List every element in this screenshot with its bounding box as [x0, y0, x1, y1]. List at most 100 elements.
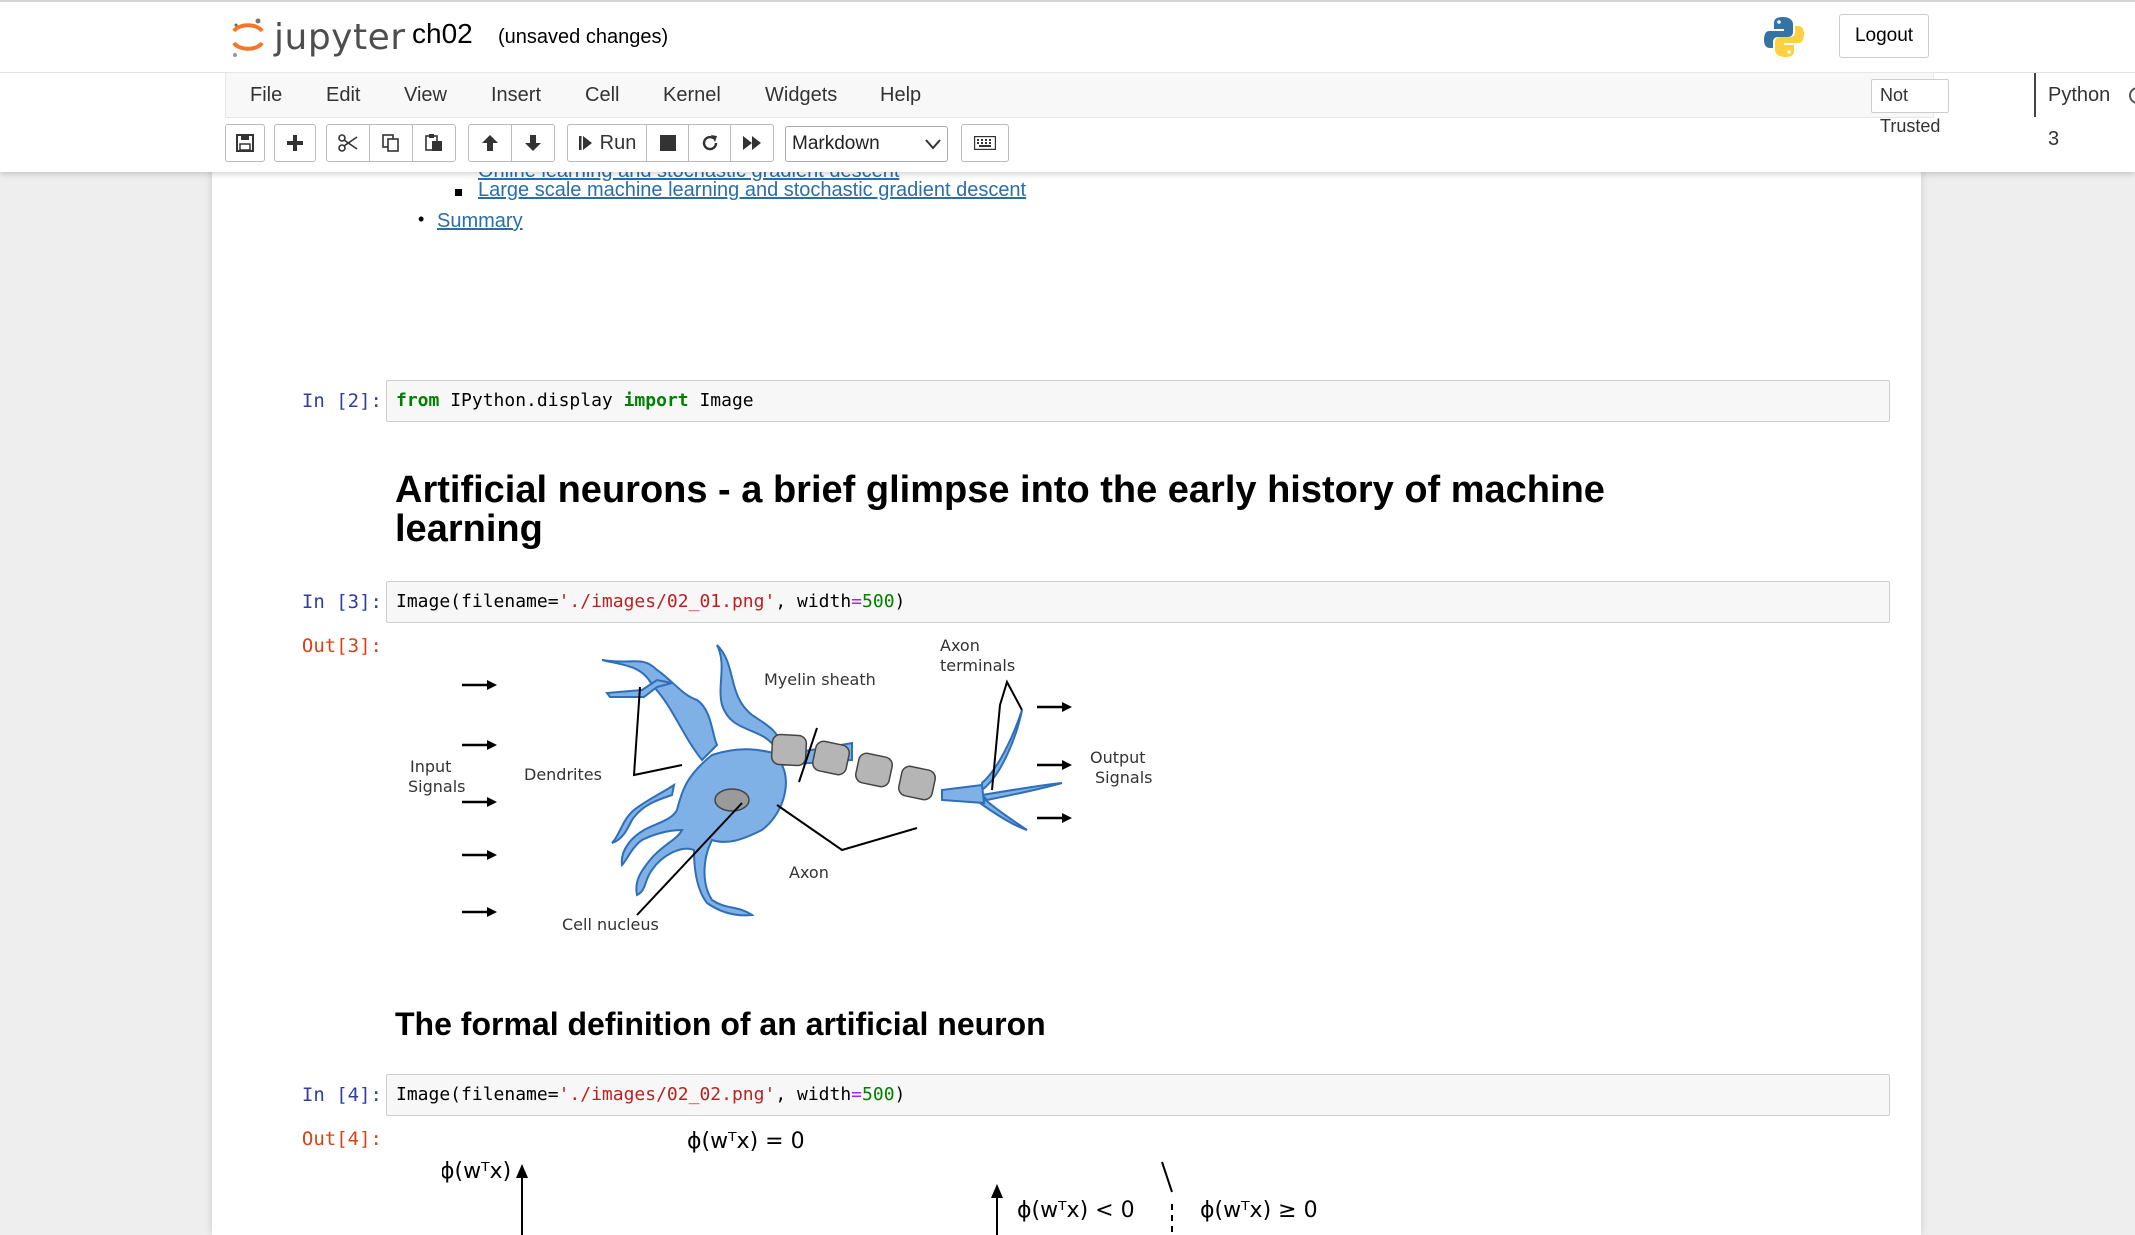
restart-button[interactable] [688, 124, 731, 162]
menu-kernel[interactable]: Kernel [663, 73, 721, 117]
notebook-container: Online learning and stochastic gradient … [212, 170, 1921, 1235]
code-text: ) [894, 591, 906, 612]
menu-edit[interactable]: Edit [326, 73, 360, 117]
code-text: ) [894, 1084, 906, 1105]
kernel-idle-icon [2129, 87, 2135, 104]
paste-icon [425, 134, 442, 151]
python-logo-icon [1764, 17, 1804, 57]
input-prompt: In [2]: [301, 390, 382, 412]
cut-button[interactable] [326, 124, 370, 162]
label-signals-out: Signals [1095, 768, 1152, 787]
save-icon [236, 134, 254, 152]
menu-view[interactable]: View [404, 73, 447, 117]
move-down-button[interactable] [511, 124, 555, 162]
notebook-name[interactable]: ch02 [412, 18, 473, 50]
cell-nucleus-shape [714, 788, 750, 812]
copy-icon [382, 134, 399, 152]
move-up-button[interactable] [468, 124, 512, 162]
label-input: Input [410, 757, 451, 776]
code-operator: = [851, 1084, 863, 1105]
toc-link-summary[interactable]: Summary [437, 210, 523, 233]
input-arrows [462, 683, 487, 914]
code-text: , width [775, 1084, 852, 1105]
output-prompt: Out[3]: [301, 635, 382, 657]
menu-cell[interactable]: Cell [585, 73, 619, 117]
label-myelin-sheath: Myelin sheath [764, 670, 876, 689]
code-cell-3[interactable]: Image(filename='./images/02_01.png', wid… [386, 581, 1890, 623]
save-status: (unsaved changes) [498, 26, 669, 48]
menu-widgets[interactable]: Widgets [765, 73, 837, 117]
keyboard-icon [974, 136, 996, 150]
input-prompt: In [3]: [301, 591, 382, 613]
label-signals-in: Signals [408, 777, 465, 796]
menu-bar: File Edit View Insert Cell Kernel Widget… [225, 72, 2135, 150]
toolbar: Run Markdown [225, 124, 1937, 164]
output-prompt: Out[4]: [301, 1128, 382, 1150]
label-axon-terminals-1: Axon [940, 636, 980, 655]
decision-function-figure: ϕ(wᵀx) = 0 ϕ(wᵀx) ϕ(wᵀx) < 0 ϕ(wᵀx) ≥ 0 [442, 1129, 1318, 1235]
plus-icon [287, 135, 303, 151]
markdown-heading-2: The formal definition of an artificial n… [395, 1006, 1046, 1042]
label-dendrites: Dendrites [524, 765, 602, 784]
input-prompt: In [4]: [301, 1084, 382, 1106]
code-number: 500 [862, 591, 895, 612]
toc-bullet-dot: • [418, 209, 425, 229]
label-right-region: ϕ(wᵀx) ≥ 0 [1200, 1198, 1318, 1223]
kernel-name: Python 3 [2034, 73, 2110, 150]
code-text: Image(filename= [396, 1084, 559, 1105]
restart-run-all-button[interactable] [730, 124, 774, 162]
menu-file[interactable]: File [250, 73, 282, 117]
command-palette-button[interactable] [961, 124, 1009, 162]
run-label: Run [599, 131, 637, 154]
label-axon-terminals-2: terminals [940, 656, 1015, 675]
code-number: 500 [862, 1084, 895, 1105]
paste-button[interactable] [412, 124, 456, 162]
run-icon [578, 136, 592, 150]
menu-insert[interactable]: Insert [491, 73, 541, 117]
label-y-axis: ϕ(wᵀx) [442, 1159, 511, 1184]
label-boundary: ϕ(wᵀx) = 0 [687, 1129, 805, 1154]
code-keyword: import [623, 390, 689, 411]
label-output: Output [1090, 748, 1146, 767]
label-left-region: ϕ(wᵀx) < 0 [1017, 1198, 1135, 1223]
interrupt-button[interactable] [646, 124, 689, 162]
code-text: IPython.display [439, 390, 624, 411]
markdown-heading-1: Artificial neurons - a brief glimpse int… [395, 469, 1605, 550]
notebook-header: jupyter ch02 (unsaved changes) Logout Fi… [0, 0, 2135, 172]
code-text: Image [688, 390, 754, 411]
scissors-icon [338, 134, 358, 152]
insert-cell-button[interactable] [274, 124, 316, 162]
code-string: './images/02_02.png' [558, 1084, 776, 1105]
menu-help[interactable]: Help [880, 73, 921, 117]
label-cell-nucleus: Cell nucleus [562, 915, 659, 934]
arrow-up-icon [482, 135, 498, 151]
cell-type-value: Markdown [792, 133, 880, 154]
code-string: './images/02_01.png' [558, 591, 776, 612]
jupyter-logo-icon [232, 18, 264, 57]
code-operator: = [851, 591, 863, 612]
fast-forward-icon [743, 136, 761, 150]
logout-button[interactable]: Logout [1839, 14, 1929, 58]
jupyter-logo[interactable]: jupyter [230, 12, 406, 62]
cell-type-select[interactable]: Markdown [785, 126, 948, 162]
copy-button[interactable] [369, 124, 413, 162]
code-keyword: from [396, 390, 440, 411]
jupyter-wordmark: jupyter [274, 16, 406, 58]
code-cell-2[interactable]: from IPython.display import Image [386, 380, 1890, 422]
label-axon: Axon [789, 863, 829, 882]
code-text: Image(filename= [396, 591, 559, 612]
top-bar: jupyter ch02 (unsaved changes) Logout [0, 4, 2135, 73]
code-cell-4[interactable]: Image(filename='./images/02_02.png', wid… [386, 1074, 1890, 1116]
save-button[interactable] [225, 124, 265, 162]
output-arrows [1037, 705, 1062, 820]
restart-icon [702, 135, 717, 151]
toc-link-large-scale[interactable]: Large scale machine learning and stochas… [478, 179, 1026, 202]
run-button[interactable]: Run [567, 124, 647, 162]
chevron-down-icon [925, 139, 941, 150]
toc-bullet-square [455, 189, 462, 196]
arrow-down-icon [525, 135, 541, 151]
stop-icon [659, 135, 676, 151]
myelin-sheath-segments [770, 733, 937, 801]
trust-button[interactable]: Not Trusted [1871, 79, 1950, 136]
code-text: , width [775, 591, 852, 612]
